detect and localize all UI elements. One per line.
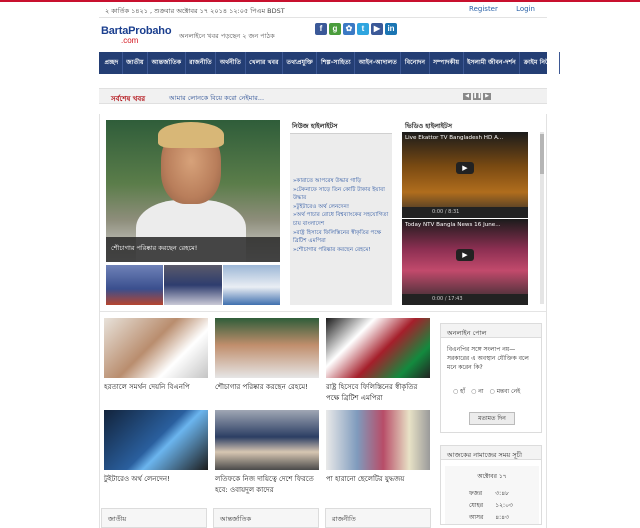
poll-option-no[interactable]: না	[471, 386, 483, 397]
logo-sub: .com	[121, 36, 139, 45]
nav-item-8[interactable]: আইন-আদালত	[355, 52, 402, 74]
social-icons: f g ✿ t ▶ in	[315, 23, 397, 35]
lead-story-caption[interactable]: শৌচাগার পরিষ্কার করছেন রেহমে!	[106, 237, 280, 262]
prayer-time: ১২:০৩	[495, 501, 513, 509]
nav-item-4[interactable]: অর্থনীতি	[216, 52, 246, 74]
play-icon[interactable]: ▶	[456, 249, 474, 261]
poll-option-yes[interactable]: হাঁ	[453, 386, 465, 397]
facebook-icon[interactable]: f	[315, 23, 327, 35]
lead-thumbnails	[106, 265, 280, 305]
google-plus-icon[interactable]: g	[329, 23, 341, 35]
poll-options: হাঁ না মন্তব্য নেই	[453, 386, 541, 397]
nav-item-9[interactable]: বিনোদন	[401, 52, 430, 74]
divider	[100, 311, 546, 312]
video-player-2[interactable]: Today NTV Bangla News 16 June... ▶ 0:00 …	[402, 219, 528, 305]
poll-title: অনলাইন পোল	[441, 324, 541, 338]
prayer-row: ফজর ৩:৪৮	[463, 487, 519, 499]
site-header: BartaProbaho .com অনলাইনে খবর পড়ছেন ২ জ…	[99, 18, 547, 50]
card-caption-1[interactable]: হরতালে সমর্থন দেয়নি বিএনপি	[104, 382, 208, 393]
section-national[interactable]: জাতীয়	[101, 508, 207, 528]
card-image-5[interactable]	[215, 410, 319, 470]
breaking-label: সর্বশেষ খবর	[111, 95, 146, 103]
news-highlight-item[interactable]: »শৌচাগার পরিষ্কার করছেন রেহমে!	[293, 246, 391, 255]
section-politics[interactable]: রাজনীতি	[325, 508, 431, 528]
video-player-1[interactable]: Live Ekattor TV Bangladesh HD A... ▶ 0:0…	[402, 132, 528, 218]
nav-item-10[interactable]: সম্পাদকীয়	[430, 52, 464, 74]
nav-item-2[interactable]: আন্তর্জাতিক	[148, 52, 186, 74]
prayer-body: অক্টোবর ১৭ ফজর ৩:৪৮ যোহর ১২:০৩ আসর ৪:৪৩	[445, 466, 539, 524]
prayer-name: ফজর	[469, 489, 483, 497]
prayer-row: আসর ৪:৪৩	[463, 511, 519, 523]
video-title-2: Today NTV Bangla News 16 June...	[405, 222, 501, 228]
card-caption-4[interactable]: টুইটারেও অর্থ লেনদেন!	[104, 474, 208, 485]
card-caption-3[interactable]: রাষ্ট্র হিসেবে ফিলিস্তিনের স্বীকৃতির পক্…	[326, 382, 430, 404]
register-link[interactable]: Register	[469, 5, 498, 13]
poll-option-none[interactable]: মন্তব্য নেই	[490, 386, 521, 397]
auth-links: Register Login	[453, 5, 535, 13]
video-highlights-title: ভিডিও হাইলাইটস	[405, 122, 453, 130]
prev-icon[interactable]: ◀	[463, 93, 471, 100]
login-link[interactable]: Login	[516, 5, 535, 13]
top-bar: ২ কার্তিক ১৪২১ , শুক্রবার অক্টোবর ১৭ ২০১…	[99, 2, 547, 18]
card-image-2[interactable]	[215, 318, 319, 378]
news-highlights-title: নিউজ হাইলাইটস	[292, 122, 338, 130]
video-title-1: Live Ekattor TV Bangladesh HD A...	[405, 135, 504, 141]
main-nav: প্রচ্ছদ জাতীয় আন্তর্জাতিক রাজনীতি অর্থনীতি খ…	[99, 52, 560, 74]
news-highlight-item[interactable]: »টেকনাফে সাড়ে তিন কোটি টাকার ইয়াবা উদ্…	[293, 186, 391, 203]
nav-item-11[interactable]: ইসলামী জীবন-দর্শন	[464, 52, 521, 74]
prayer-time: ৩:৪৮	[495, 489, 509, 497]
news-highlight-item[interactable]: »টুইটারেও অর্থ লেনদেন!	[293, 203, 391, 212]
section-international[interactable]: আন্তর্জাতিক	[213, 508, 319, 528]
nav-item-12[interactable]: ক্রাইম নিউজ	[520, 52, 560, 74]
poll-question: বিএনপির সঙ্গে সংলাপ নয়—সরকারের এ অবস্থা…	[447, 346, 529, 371]
card-image-3[interactable]	[326, 318, 430, 378]
prayer-row: যোহর ১২:০৩	[463, 499, 519, 511]
thumbnail-3[interactable]	[222, 265, 280, 305]
card-caption-5[interactable]: লতিফকে নিজ দায়িত্বে দেশে ফিরতে হবে: ওবা…	[215, 474, 319, 496]
date-text: ২ কার্তিক ১৪২১ , শুক্রবার অক্টোবর ১৭ ২০১…	[105, 7, 285, 15]
nav-item-0[interactable]: প্রচ্ছদ	[101, 52, 123, 74]
twitter-icon[interactable]: t	[357, 23, 369, 35]
prayer-table: ফজর ৩:৪৮ যোহর ১২:০৩ আসর ৪:৪৩	[463, 487, 519, 523]
youtube-icon[interactable]: ▶	[371, 23, 383, 35]
prayer-name: যোহর	[469, 501, 484, 509]
card-image-4[interactable]	[104, 410, 208, 470]
card-caption-6[interactable]: পা হারানো ছেলেটির যুদ্ধজয়	[326, 474, 430, 485]
next-icon[interactable]: ▶	[483, 93, 491, 100]
news-highlights-box: »কারাতে আপরেষ উদ্ধার গাড়ি »টেকনাফে সাড়ে…	[290, 133, 392, 305]
prayer-time: ৪:৪৩	[495, 513, 509, 521]
news-highlights-list: »কারাতে আপরেষ উদ্ধার গাড়ি »টেকনাফে সাড়ে…	[293, 177, 391, 254]
card-caption-2[interactable]: শৌচাগার পরিষ্কার করছেন রেহমে!	[215, 382, 319, 393]
prayer-times: আজকের নামাজের সময় সূচী অক্টোবর ১৭ ফজর ৩:…	[440, 445, 542, 525]
nav-item-5[interactable]: খেলার খবর	[246, 52, 284, 74]
nav-item-6[interactable]: তথ্যপ্রযুক্তি	[283, 52, 318, 74]
nav-item-7[interactable]: শিল্প-সাহিত্য	[317, 52, 356, 74]
prayer-name: আসর	[469, 513, 484, 521]
video-time-1: 0:00 / 8:31	[402, 207, 528, 218]
online-poll: অনলাইন পোল বিএনপির সঙ্গে সংলাপ নয়—সরকার…	[440, 323, 542, 433]
vote-button[interactable]: মতামত দিন	[469, 412, 515, 425]
news-highlight-item[interactable]: »অর্থ পাচার রোধে বিশ্বব্যাংকের সহযোগিতা …	[293, 211, 391, 228]
nav-item-3[interactable]: রাজনীতি	[186, 52, 217, 74]
linkedin-icon[interactable]: in	[385, 23, 397, 35]
news-highlight-item[interactable]: »কারাতে আপরেষ উদ্ধার গাড়ি	[293, 177, 391, 186]
news-highlight-item[interactable]: »রাষ্ট্র হিসাবে ফিলিস্তিনের স্বীকৃতির পক…	[293, 229, 391, 246]
thumbnail-2[interactable]	[164, 265, 222, 305]
thumbnail-1[interactable]	[106, 265, 164, 305]
flickr-icon[interactable]: ✿	[343, 23, 355, 35]
card-image-6[interactable]	[326, 410, 430, 470]
video-scrollbar[interactable]	[540, 132, 544, 304]
card-image-1[interactable]	[104, 318, 208, 378]
nav-item-1[interactable]: জাতীয়	[123, 52, 149, 74]
breaking-news-bar: সর্বশেষ খবর আমার লোনকে বিয়ে করো নেইমার.…	[99, 88, 547, 104]
site-logo[interactable]: BartaProbaho .com	[101, 26, 172, 48]
reader-count: অনলাইনে খবর পড়ছেন ২ জন পাঠক	[179, 32, 275, 40]
breaking-headline[interactable]: আমার লোনকে বিয়ে করো নেইমার...	[169, 93, 264, 104]
prayer-title: আজকের নামাজের সময় সূচী	[441, 446, 541, 460]
prayer-day: অক্টোবর ১৭	[477, 473, 507, 480]
play-icon[interactable]: ▶	[456, 162, 474, 174]
ticker-controls: ◀ ❚❚ ▶	[463, 93, 491, 100]
pause-icon[interactable]: ❚❚	[473, 93, 481, 100]
video-time-2: 0:00 / 17:43	[402, 294, 528, 305]
